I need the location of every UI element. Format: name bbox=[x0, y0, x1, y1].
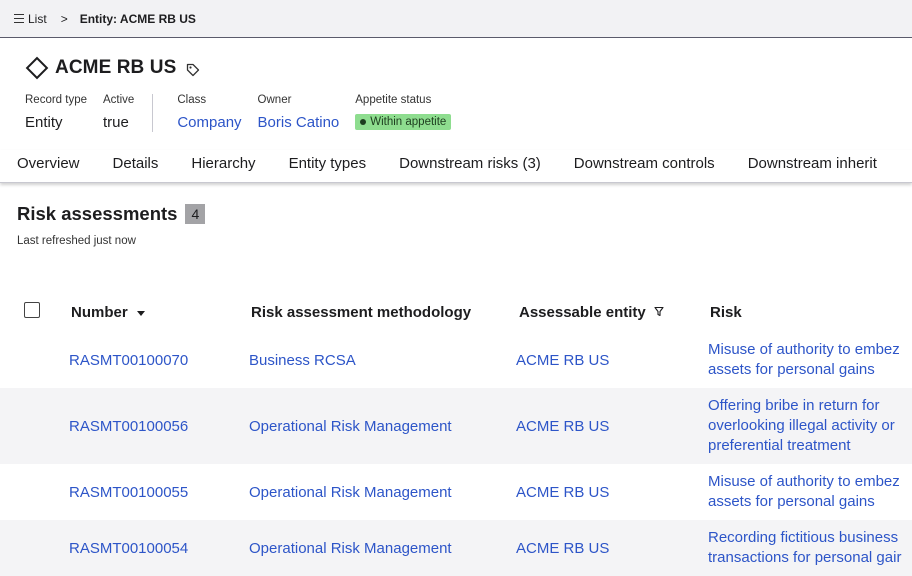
record-meta: Record type Entity Active true Class Com… bbox=[25, 94, 912, 140]
methodology-link[interactable]: Operational Risk Management bbox=[249, 484, 452, 501]
column-entity-label: Assessable entity bbox=[519, 303, 646, 321]
entity-link[interactable]: ACME RB US bbox=[516, 418, 609, 435]
record-type-field: Record type Entity bbox=[25, 94, 87, 140]
risk-link-line-2[interactable]: assets for personal gains bbox=[708, 360, 912, 380]
record-type-label: Record type bbox=[25, 94, 88, 106]
owner-label: Owner bbox=[257, 94, 292, 106]
risk-link-line-2[interactable]: overlooking illegal activity or bbox=[708, 416, 912, 436]
breadcrumb-list-link[interactable]: List bbox=[14, 12, 47, 26]
risk-link[interactable]: Recording fictitious business bbox=[708, 528, 912, 548]
active-field: Active true bbox=[103, 94, 134, 140]
tag-icon[interactable] bbox=[186, 63, 200, 77]
section-title: Risk assessments bbox=[17, 203, 178, 224]
tab-entity-types[interactable]: Entity types bbox=[272, 150, 383, 182]
appetite-value: Within appetite bbox=[370, 116, 447, 128]
tab-details[interactable]: Details bbox=[96, 150, 175, 182]
table-row: RASMT00100056 Operational Risk Managemen… bbox=[0, 388, 912, 464]
meta-divider bbox=[152, 94, 154, 132]
filter-icon[interactable] bbox=[654, 306, 664, 317]
risk-link[interactable]: Misuse of authority to embez bbox=[708, 472, 912, 492]
tab-downstream-controls[interactable]: Downstream controls bbox=[557, 150, 731, 182]
list-icon bbox=[14, 14, 24, 24]
methodology-link[interactable]: Operational Risk Management bbox=[249, 540, 452, 557]
column-risk[interactable]: Risk bbox=[695, 292, 912, 332]
appetite-field: Appetite status Within appetite bbox=[355, 94, 452, 140]
select-all-checkbox[interactable] bbox=[24, 302, 40, 318]
risk-link-line-2[interactable]: assets for personal gains bbox=[708, 492, 912, 512]
column-number-label: Number bbox=[71, 303, 128, 321]
active-label: Active bbox=[103, 94, 135, 106]
entity-link[interactable]: ACME RB US bbox=[516, 352, 609, 369]
last-refreshed-text: Last refreshed just now bbox=[17, 235, 136, 247]
entity-link[interactable]: ACME RB US bbox=[516, 540, 609, 557]
table-row: RASMT00100054 Operational Risk Managemen… bbox=[0, 520, 912, 576]
appetite-label: Appetite status bbox=[355, 94, 432, 106]
table-row: RASMT00100055 Operational Risk Managemen… bbox=[0, 464, 912, 520]
class-field: Class Company bbox=[177, 94, 241, 140]
breadcrumb-bar: List > Entity: ACME RB US bbox=[0, 0, 912, 38]
sort-desc-icon[interactable] bbox=[136, 309, 146, 317]
column-entity[interactable]: Assessable entity bbox=[502, 292, 695, 332]
status-dot-icon bbox=[360, 119, 367, 125]
column-methodology[interactable]: Risk assessment methodology bbox=[234, 292, 502, 332]
active-value: true bbox=[103, 114, 129, 131]
table-row: RASMT00100070 Business RCSA ACME RB US M… bbox=[0, 332, 912, 388]
record-header: ACME RB US Record type Entity Active tru… bbox=[0, 38, 912, 140]
column-number[interactable]: Number bbox=[54, 292, 234, 332]
owner-link[interactable]: Boris Catino bbox=[258, 114, 340, 131]
tab-downstream-inherit[interactable]: Downstream inherit bbox=[731, 150, 893, 182]
owner-field: Owner Boris Catino bbox=[258, 94, 340, 140]
count-badge: 4 bbox=[185, 204, 206, 224]
breadcrumb-current: Entity: ACME RB US bbox=[79, 11, 196, 26]
entity-link[interactable]: ACME RB US bbox=[516, 484, 609, 501]
entity-diamond-icon bbox=[25, 56, 49, 80]
class-link[interactable]: Company bbox=[177, 114, 241, 131]
risk-link[interactable]: Offering bribe in return for bbox=[708, 396, 912, 416]
tab-overview[interactable]: Overview bbox=[0, 150, 96, 182]
risk-link[interactable]: Misuse of authority to embez bbox=[708, 340, 912, 360]
number-link[interactable]: RASMT00100055 bbox=[69, 484, 188, 501]
number-link[interactable]: RASMT00100070 bbox=[69, 352, 188, 369]
record-tabs: Overview Details Hierarchy Entity types … bbox=[0, 150, 912, 183]
methodology-link[interactable]: Business RCSA bbox=[249, 352, 356, 369]
appetite-status-badge: Within appetite bbox=[355, 114, 452, 130]
tab-hierarchy[interactable]: Hierarchy bbox=[174, 150, 271, 182]
number-link[interactable]: RASMT00100054 bbox=[69, 540, 188, 557]
methodology-link[interactable]: Operational Risk Management bbox=[249, 418, 452, 435]
number-link[interactable]: RASMT00100056 bbox=[69, 418, 188, 435]
risk-link-line-2[interactable]: transactions for personal gair bbox=[708, 548, 912, 568]
page-title: ACME RB US bbox=[55, 57, 177, 78]
class-label: Class bbox=[177, 94, 207, 106]
tab-downstream-risks[interactable]: Downstream risks (3) bbox=[382, 150, 557, 182]
breadcrumb-list-label: List bbox=[28, 11, 47, 26]
risk-assessments-table: Number Risk assessment methodology Asses… bbox=[0, 292, 912, 576]
risk-link-line-3[interactable]: preferential treatment bbox=[708, 436, 912, 456]
record-type-value: Entity bbox=[25, 114, 63, 131]
risk-assessments-section: Risk assessments 4 Last refreshed just n… bbox=[0, 183, 912, 247]
chevron-right-icon: > bbox=[60, 11, 68, 26]
